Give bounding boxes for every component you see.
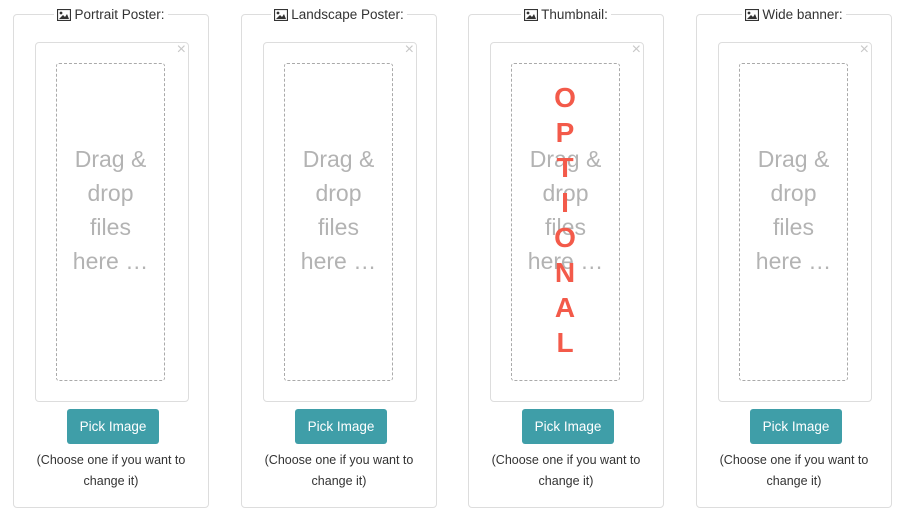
optional-letter: O xyxy=(554,222,576,253)
optional-letter: P xyxy=(555,117,575,148)
help-text: (Choose one if you want to change it) xyxy=(719,453,869,488)
optional-letter: T xyxy=(556,152,574,183)
image-icon xyxy=(57,9,72,21)
help-text: (Choose one if you want to change it) xyxy=(36,453,186,488)
optional-letter: A xyxy=(554,292,576,323)
pick-image-button[interactable]: Pick Image xyxy=(295,409,387,444)
panel-legend: Landscape Poster: xyxy=(242,7,436,25)
drop-zone[interactable]: Drag & drop files here … xyxy=(56,63,165,381)
help-text: (Choose one if you want to change it) xyxy=(264,453,414,488)
optional-letter: O xyxy=(554,82,576,113)
panel-legend: Wide banner: xyxy=(697,7,891,25)
drop-zone-text: Drag & drop files here … xyxy=(755,146,832,274)
help-text: (Choose one if you want to change it) xyxy=(491,453,641,488)
drop-zone[interactable]: Drag & drop files here … xyxy=(284,63,393,381)
close-icon[interactable]: × xyxy=(632,42,641,58)
drop-zone[interactable]: Drag & drop files here … xyxy=(739,63,848,381)
pick-image-button[interactable]: Pick Image xyxy=(522,409,614,444)
panel-title: Landscape Poster: xyxy=(291,7,404,22)
close-icon[interactable]: × xyxy=(177,42,186,58)
panel-title: Portrait Poster: xyxy=(74,7,165,22)
pick-image-button[interactable]: Pick Image xyxy=(67,409,159,444)
panel-title: Wide banner: xyxy=(762,7,843,22)
file-preview-frame: × Drag & drop files here … xyxy=(35,42,189,402)
panel-legend: Thumbnail: xyxy=(469,7,663,25)
close-icon[interactable]: × xyxy=(860,42,869,58)
optional-overlay: O P T I O N A L xyxy=(554,80,576,360)
panel-landscape-poster: Landscape Poster: × Drag & drop files he… xyxy=(241,7,437,508)
file-preview-frame: × Drag & drop files here … xyxy=(718,42,872,402)
image-icon xyxy=(274,9,289,21)
panel-portrait-poster: Portrait Poster: × Drag & drop files her… xyxy=(13,7,209,508)
panel-title: Thumbnail: xyxy=(541,7,608,22)
panel-wide-banner: Wide banner: × Drag & drop files here … … xyxy=(696,7,892,508)
file-preview-frame: × Drag & drop files here … xyxy=(263,42,417,402)
pick-image-button[interactable]: Pick Image xyxy=(750,409,842,444)
close-icon[interactable]: × xyxy=(405,42,414,58)
drop-zone-text: Drag & drop files here … xyxy=(300,146,377,274)
image-icon xyxy=(745,9,760,21)
optional-letter: L xyxy=(556,327,574,358)
optional-letter: I xyxy=(561,187,569,218)
panel-legend: Portrait Poster: xyxy=(14,7,208,25)
drop-zone-text: Drag & drop files here … xyxy=(72,146,149,274)
optional-letter: N xyxy=(554,257,576,288)
image-icon xyxy=(524,9,539,21)
